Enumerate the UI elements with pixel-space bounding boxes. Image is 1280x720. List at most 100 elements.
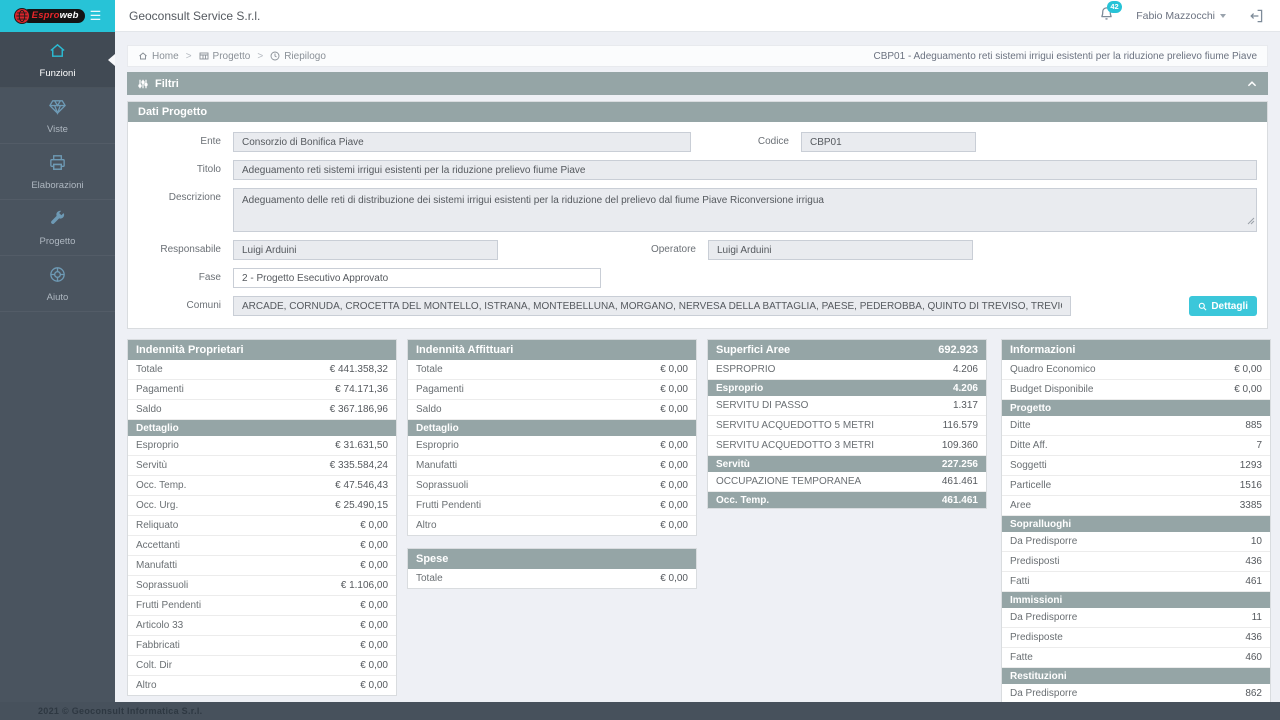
table-row: Predisposti 436 — [1002, 552, 1270, 572]
table-row: Ditte 885 — [1002, 416, 1270, 436]
operatore-field[interactable] — [708, 240, 973, 260]
panel-spese: Spese Totale € 0,00 — [407, 548, 697, 589]
table-row: Da Predisporre 11 — [1002, 608, 1270, 628]
table-row: Occ. Urg. € 25.490,15 — [128, 496, 396, 516]
comuni-field[interactable] — [233, 296, 1071, 316]
table-row: Occ. Temp. € 47.546,43 — [128, 476, 396, 496]
user-name: Fabio Mazzocchi — [1136, 9, 1215, 22]
table-row: Saldo € 0,00 — [408, 400, 696, 420]
section-header-row: Sopralluoghi — [1002, 516, 1270, 532]
table-row: SERVITU DI PASSO 1.317 — [708, 396, 986, 416]
sliders-icon — [138, 79, 148, 88]
operatore-label: Operatore — [650, 244, 696, 255]
breadcrumb-label: Progetto — [212, 50, 251, 62]
project-reference: CBP01 - Adeguamento reti sistemi irrigui… — [873, 50, 1257, 62]
panel-indennita-affittuari: Indennità Affittuari Totale € 0,00 Pagament… — [407, 339, 697, 536]
logo-wordmark: Esproweb — [21, 8, 85, 23]
sidebar-item-funzioni[interactable]: Funzioni — [0, 32, 115, 88]
main-content: Home > Progetto > Riepilogo CBP01 - Adeg… — [115, 32, 1280, 702]
section-header-row: Dettaglio — [128, 420, 396, 436]
breadcrumb-home[interactable]: Home — [138, 51, 179, 62]
table-row: Servitù € 335.584,24 — [128, 456, 396, 476]
table-row: Altro € 0,00 — [416, 520, 688, 531]
filters-panel-header[interactable]: Filtri — [127, 72, 1268, 95]
filters-title: Filtri — [155, 77, 179, 90]
panel-title: Indennità Proprietari — [128, 340, 396, 360]
search-icon — [1199, 302, 1207, 310]
table-row: Aree 3385 — [1002, 496, 1270, 516]
table-row: Reliquato € 0,00 — [128, 516, 396, 536]
card-title: Dati Progetto — [128, 102, 1267, 122]
table-row: Frutti Pendenti € 0,00 — [128, 596, 396, 616]
panel-title: Informazioni — [1002, 340, 1270, 360]
sidebar-item-progetto[interactable]: Progetto — [0, 200, 115, 256]
table-row: Soprassuoli € 0,00 — [408, 476, 696, 496]
app-root: Esproweb ☰ Geoconsult Service S.r.l. 42 … — [0, 0, 1280, 720]
sidebar-item-aiuto[interactable]: Aiuto — [0, 256, 115, 312]
ente-field[interactable] — [233, 132, 691, 152]
panel-indennita-proprietari: Indennità Proprietari Totale € 441.358,32 P… — [127, 339, 397, 696]
logout-button[interactable] — [1248, 8, 1264, 24]
table-row: Esproprio € 31.631,50 — [128, 436, 396, 456]
user-menu[interactable]: Fabio Mazzocchi — [1136, 10, 1226, 22]
table-row: Fabbricati € 0,00 — [128, 636, 396, 656]
section-header-row: Servitù 227.256 — [708, 456, 986, 472]
section-header-row: Occ. Temp. 461.461 — [708, 492, 986, 508]
globe-icon — [13, 7, 30, 24]
copyright-text: 2021 © Geoconsult Informatica S.r.l. — [38, 706, 203, 716]
brand-block: Esproweb ☰ — [0, 0, 115, 32]
breadcrumb-separator: > — [257, 50, 264, 62]
fase-label: Fase — [198, 272, 221, 283]
notifications-button[interactable]: 42 — [1099, 0, 1123, 26]
panel-title: Superfici Aree 692.923 — [708, 340, 986, 360]
notification-badge: 42 — [1106, 0, 1123, 13]
panel-title: Indennità Affittuari — [408, 340, 696, 360]
diamond-icon — [48, 97, 67, 116]
titolo-field[interactable] — [233, 160, 1257, 180]
sidebar-item-label: Progetto — [39, 236, 76, 247]
fase-select[interactable] — [233, 268, 601, 288]
table-row: Soggetti 1293 — [1002, 456, 1270, 476]
table-row: Soprassuoli € 1.106,00 — [128, 576, 396, 596]
table-row: Totale € 0,00 — [416, 573, 688, 584]
descrizione-label: Descrizione — [168, 192, 221, 203]
active-notch — [108, 53, 115, 66]
header-actions: 42 Fabio Mazzocchi — [1099, 0, 1280, 26]
table-row: Budget Disponibile € 0,00 — [1002, 380, 1270, 400]
chevron-up-icon — [1247, 80, 1257, 86]
table-row: Manufatti € 0,00 — [128, 556, 396, 576]
summary-panels: Indennità Proprietari Totale € 441.358,32 P… — [127, 339, 1271, 702]
sidebar-item-label: Viste — [47, 124, 68, 135]
project-data-card: Dati Progetto Ente Codice Titolo Descriz… — [127, 101, 1268, 329]
descrizione-field[interactable]: Adeguamento delle reti di distribuzione … — [233, 188, 1257, 232]
sidebar-item-elaborazioni[interactable]: Elaborazioni — [0, 144, 115, 200]
top-header: Esproweb ☰ Geoconsult Service S.r.l. 42 … — [0, 0, 1280, 32]
table-row: Fatti 461 — [1002, 572, 1270, 592]
breadcrumb-progetto[interactable]: Progetto — [199, 50, 251, 62]
logout-icon — [1250, 9, 1263, 22]
home-icon — [48, 41, 67, 60]
panel-title: Spese — [408, 549, 696, 569]
table-row: SERVITU ACQUEDOTTO 5 METRI 116.579 — [708, 416, 986, 436]
section-header-row: Immissioni — [1002, 592, 1270, 608]
codice-field[interactable] — [801, 132, 976, 152]
table-row: Pagamenti € 0,00 — [408, 380, 696, 400]
table-row: Da Predisporre 10 — [1002, 532, 1270, 552]
panel-total: 692.923 — [938, 344, 978, 356]
sidebar-item-viste[interactable]: Viste — [0, 88, 115, 144]
page-title: Geoconsult Service S.r.l. — [129, 8, 261, 23]
dettagli-button[interactable]: Dettagli — [1189, 296, 1257, 316]
sidebar-item-label: Elaborazioni — [31, 180, 84, 191]
hamburger-menu-icon[interactable]: ☰ — [90, 9, 102, 22]
clock-icon — [270, 51, 280, 61]
breadcrumb-riepilogo[interactable]: Riepilogo — [270, 51, 326, 62]
ente-label: Ente — [200, 136, 221, 147]
collapse-button[interactable] — [1246, 78, 1258, 90]
table-row: Totale € 0,00 — [408, 360, 696, 380]
table-row: ESPROPRIO 4.206 — [708, 360, 986, 380]
printer-icon — [48, 153, 67, 172]
responsabile-field[interactable] — [233, 240, 498, 260]
comuni-label: Comuni — [186, 300, 221, 311]
sidebar: Funzioni Viste Elaborazioni Progetto Aiu… — [0, 32, 115, 702]
section-header-row: Progetto — [1002, 400, 1270, 416]
